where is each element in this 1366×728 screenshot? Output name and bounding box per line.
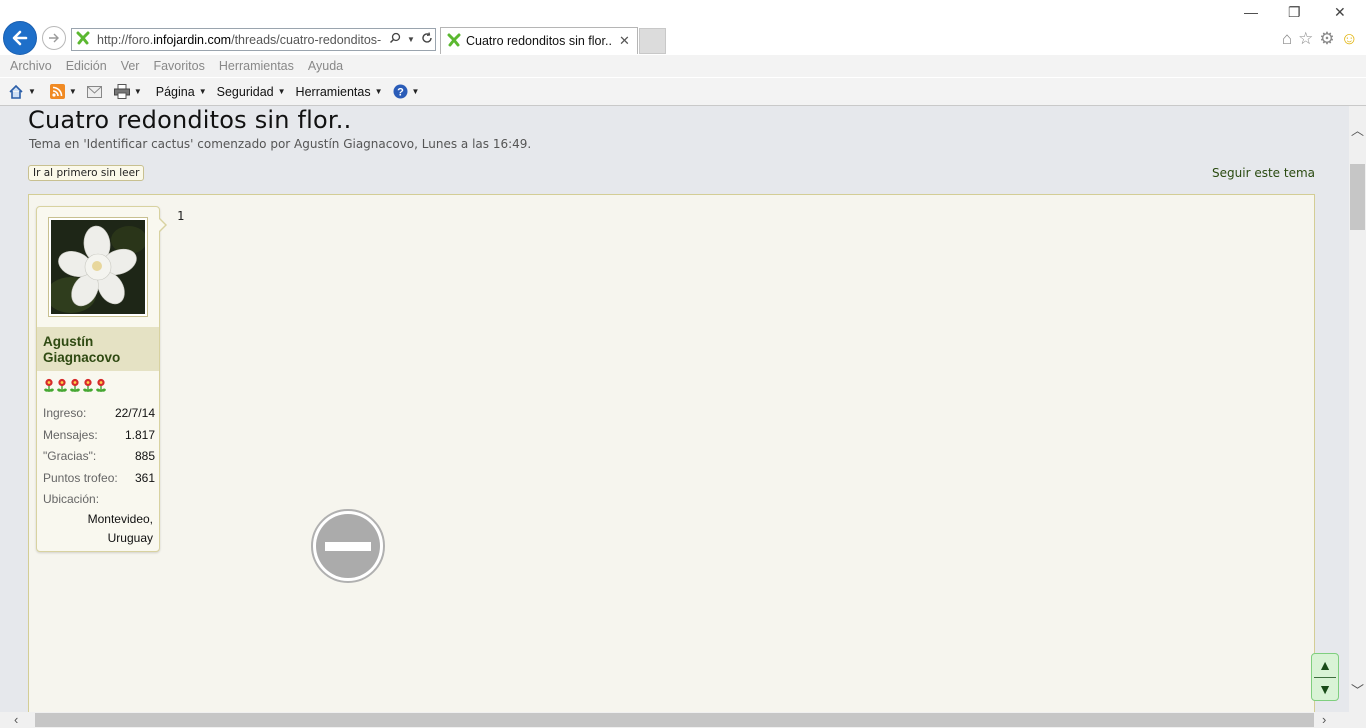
help-command[interactable]: ? ▼ [393, 84, 419, 99]
page-viewport: Cuatro redonditos sin flor.. Tema en 'Id… [0, 106, 1349, 712]
stat-label: Ubicación: [43, 492, 100, 506]
tab-title: Cuatro redonditos sin flor.. [466, 34, 612, 48]
arrow-left-icon [12, 30, 28, 46]
toolbar-right-icons: ⌂ ☆ ⚙ ☺ [1282, 29, 1358, 49]
page-title: Cuatro redonditos sin flor.. [28, 106, 352, 134]
tools-menu-label: Herramientas [295, 84, 371, 99]
flower-rating-icon [44, 378, 107, 393]
rss-icon [49, 84, 65, 99]
user-card: Agustín Giagnacovo Ingreso: 22/7/14 Mens… [36, 206, 167, 552]
close-icon[interactable]: ✕ [619, 33, 637, 49]
stat-gracias: "Gracias": 885 [43, 449, 155, 463]
chevron-down-icon[interactable]: ﹀ [1349, 680, 1366, 699]
dropdown-icon[interactable]: ▼ [403, 35, 419, 44]
svg-text:?: ? [397, 87, 404, 99]
avatar-image [51, 220, 145, 314]
stat-ingreso: Ingreso: 22/7/14 [43, 406, 155, 420]
favorites-star-icon[interactable]: ☆ [1298, 29, 1313, 49]
vertical-scrollbar[interactable]: ︿ ﹀ [1349, 106, 1366, 712]
horizontal-scroll-thumb[interactable] [35, 713, 1314, 727]
gear-icon[interactable]: ⚙ [1319, 29, 1334, 49]
user-name-line1: Agustín [43, 334, 94, 349]
post-container: Agustín Giagnacovo Ingreso: 22/7/14 Mens… [28, 194, 1315, 712]
stat-value[interactable]: 361 [135, 471, 155, 485]
user-name-band: Agustín Giagnacovo [37, 327, 159, 371]
stat-value: 22/7/14 [114, 406, 155, 420]
help-icon: ? [393, 84, 407, 99]
page-menu-label: Página [155, 84, 195, 99]
menu-herramientas[interactable]: Herramientas [219, 59, 294, 73]
menu-archivo[interactable]: Archivo [10, 59, 52, 73]
menu-bar: Archivo Edición Ver Favoritos Herramient… [0, 55, 1366, 77]
restore-icon[interactable]: ❐ [1288, 4, 1301, 21]
home-icon [9, 84, 23, 99]
post-content-text: 1 [177, 209, 185, 223]
site-favicon [76, 31, 94, 48]
browser-chrome: http://foro.infojardin.com/threads/cuatr… [0, 0, 1366, 106]
user-location[interactable]: Montevideo, Uruguay [88, 510, 153, 548]
blocked-content-icon [310, 508, 386, 584]
user-card-arrow [158, 217, 167, 233]
menu-ayuda[interactable]: Ayuda [308, 59, 343, 73]
scroll-bottom-button[interactable]: ▼ [1312, 678, 1338, 701]
browser-tab[interactable]: Cuatro redonditos sin flor.. ✕ [440, 27, 638, 54]
print-icon [113, 84, 130, 99]
feeds-command[interactable]: ▼ [49, 84, 77, 99]
user-name-line2: Giagnacovo [43, 350, 121, 365]
chevron-left-icon[interactable]: ‹ [14, 712, 18, 727]
tab-favicon [447, 33, 461, 50]
vertical-scroll-thumb[interactable] [1350, 164, 1365, 230]
new-tab-button[interactable] [639, 28, 666, 54]
location-line2: Uruguay [107, 531, 153, 545]
arrow-right-icon [49, 33, 59, 43]
close-window-icon[interactable]: ✕ [1334, 4, 1346, 21]
scroll-top-button[interactable]: ▲ [1312, 654, 1338, 677]
chevron-right-icon[interactable]: › [1322, 712, 1326, 727]
home-icon[interactable]: ⌂ [1282, 29, 1292, 49]
stat-label: Ingreso: [43, 406, 87, 420]
menu-ver[interactable]: Ver [121, 59, 140, 73]
search-icon[interactable] [387, 32, 403, 47]
security-menu-label: Seguridad [216, 84, 274, 99]
user-rating [43, 378, 108, 395]
follow-thread-link[interactable]: Seguir este tema [1212, 166, 1315, 180]
tools-menu[interactable]: Herramientas ▼ [296, 85, 383, 99]
command-bar: ▼ ▼ ▼ Página ▼ Seguridad ▼ Herramientas ▼ ?… [0, 78, 1366, 106]
avatar[interactable] [48, 217, 148, 317]
stat-mensajes: Mensajes: 1.817 [43, 428, 155, 442]
stat-label: "Gracias": [43, 449, 97, 463]
stat-label: Puntos trofeo: [43, 471, 118, 485]
mail-command[interactable] [86, 85, 102, 98]
refresh-icon[interactable] [419, 32, 435, 47]
security-menu[interactable]: Seguridad ▼ [217, 85, 286, 99]
url-text[interactable]: http://foro.infojardin.com/threads/cuatr… [94, 33, 387, 47]
menu-favoritos[interactable]: Favoritos [153, 59, 204, 73]
back-button[interactable] [3, 21, 37, 55]
scroll-controls: ▲ ▼ [1311, 653, 1339, 701]
minimize-icon[interactable]: — [1244, 4, 1258, 20]
location-line1: Montevideo, [87, 512, 153, 526]
stat-label: Mensajes: [43, 428, 98, 442]
first-unread-button[interactable]: Ir al primero sin leer [28, 165, 145, 181]
thread-description: Tema en 'Identificar cactus' comenzado p… [29, 137, 532, 151]
user-name[interactable]: Agustín Giagnacovo [43, 334, 120, 366]
stat-puntos-trofeo: Puntos trofeo: 361 [43, 471, 155, 485]
smiley-icon[interactable]: ☺ [1341, 29, 1358, 49]
home-command[interactable]: ▼ [8, 84, 36, 100]
forward-button[interactable] [42, 26, 66, 50]
menu-edicion[interactable]: Edición [66, 59, 107, 73]
stat-value[interactable]: 1.817 [125, 428, 155, 442]
chevron-up-icon[interactable]: ︿ [1349, 120, 1366, 139]
print-command[interactable]: ▼ [113, 84, 142, 99]
stat-value: 885 [134, 449, 155, 463]
stat-ubicacion: Ubicación: [43, 492, 155, 506]
horizontal-scrollbar[interactable]: ‹ › [0, 712, 1366, 728]
page-menu[interactable]: Página ▼ [156, 85, 207, 99]
mail-icon [86, 85, 102, 98]
address-bar[interactable]: http://foro.infojardin.com/threads/cuatr… [71, 28, 436, 51]
